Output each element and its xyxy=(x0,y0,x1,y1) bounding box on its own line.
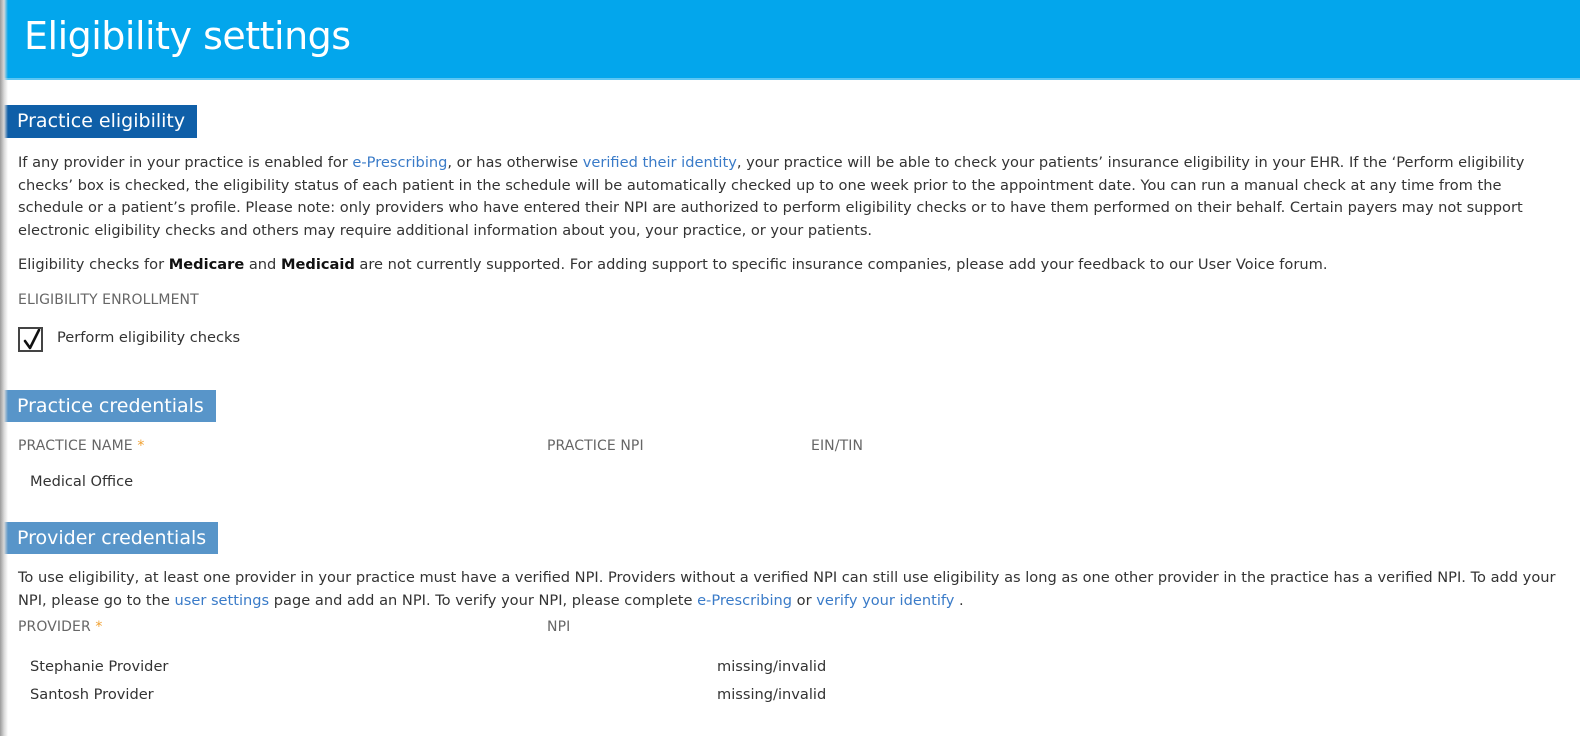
text: , or has otherwise xyxy=(447,154,583,171)
text: page and add an NPI. To verify your NPI,… xyxy=(269,591,698,609)
section-header-practice-credentials: Practice credentials xyxy=(0,390,216,422)
e-prescribing-link-2[interactable]: e-Prescribing xyxy=(697,592,792,609)
medicare-support-note: Eligibility checks for Medicare and Medi… xyxy=(18,254,1568,277)
eligibility-enrollment-label: ELIGIBILITY ENROLLMENT xyxy=(18,292,199,308)
provider-credentials-description: To use eligibility, at least one provide… xyxy=(18,567,1568,612)
medicaid-bold: Medicaid xyxy=(280,256,355,273)
page-header: Eligibility settings xyxy=(0,0,1580,80)
perform-eligibility-checkbox[interactable] xyxy=(18,327,43,352)
medicare-bold: Medicare xyxy=(168,256,245,273)
required-asterisk: * xyxy=(95,619,103,635)
e-prescribing-link[interactable]: e-Prescribing xyxy=(352,154,447,171)
ein-tin-label: EIN/TIN xyxy=(811,438,864,454)
label-text: PRACTICE NAME xyxy=(18,438,133,454)
required-asterisk: * xyxy=(137,438,145,454)
practice-eligibility-description: If any provider in your practice is enab… xyxy=(18,152,1568,242)
text: Eligibility checks for xyxy=(18,256,169,273)
perform-eligibility-checks-label[interactable]: Perform eligibility checks xyxy=(57,329,240,346)
verified-identity-link[interactable]: verified their identity xyxy=(583,154,737,171)
practice-npi-label: PRACTICE NPI xyxy=(547,438,644,454)
text: are not currently supported. For adding … xyxy=(354,256,1328,273)
checkmark-icon xyxy=(23,329,41,350)
practice-name-value[interactable]: Medical Office xyxy=(30,473,133,490)
window-edge-shadow xyxy=(0,0,8,736)
provider-npi-status: missing/invalid xyxy=(717,658,827,675)
section-header-provider-credentials: Provider credentials xyxy=(0,522,219,554)
provider-name: Stephanie Provider xyxy=(30,658,169,675)
practice-name-label: PRACTICE NAME * xyxy=(18,438,144,454)
page-title: Eligibility settings xyxy=(24,14,351,58)
text: and xyxy=(244,256,281,273)
label-text: PROVIDER xyxy=(18,619,91,635)
provider-column-label: PROVIDER * xyxy=(18,619,102,635)
text: or xyxy=(792,591,817,609)
verify-identity-link[interactable]: verify your identify xyxy=(816,592,954,609)
provider-name: Santosh Provider xyxy=(30,686,154,703)
section-header-practice-eligibility: Practice eligibility xyxy=(0,105,198,138)
provider-npi-status: missing/invalid xyxy=(717,686,827,703)
text: . xyxy=(954,591,964,609)
npi-column-label: NPI xyxy=(547,619,571,635)
text: If any provider in your practice is enab… xyxy=(18,154,353,171)
user-settings-link[interactable]: user settings xyxy=(174,592,269,609)
